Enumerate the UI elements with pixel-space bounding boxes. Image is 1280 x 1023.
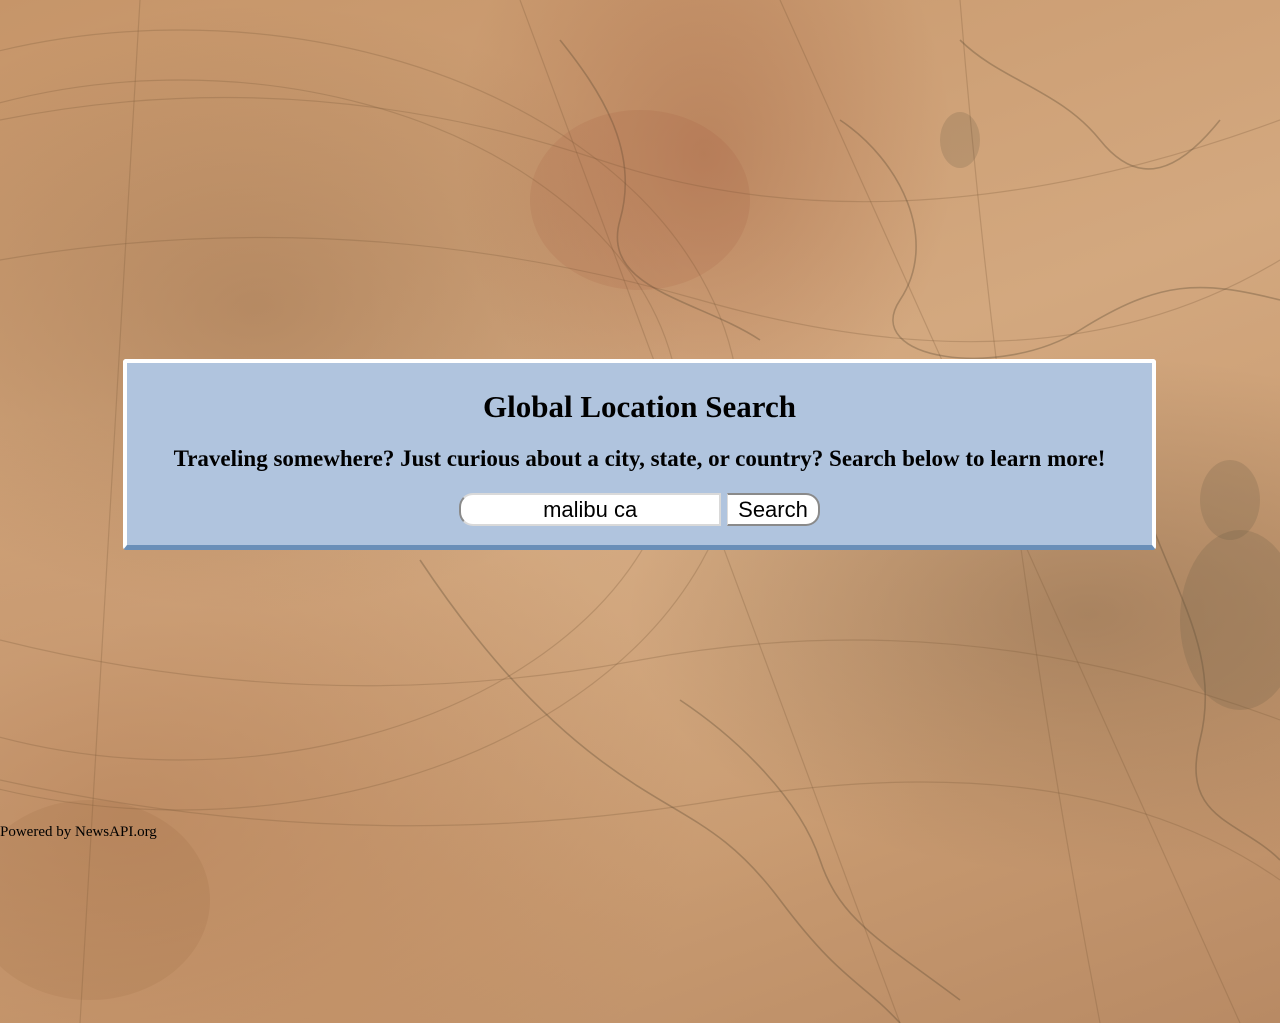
search-row: Search [127,493,1152,526]
page-title: Global Location Search [483,389,796,424]
search-button[interactable]: Search [727,493,820,526]
attribution-text: Powered by NewsAPI.org [0,824,157,840]
page-subtitle: Traveling somewhere? Just curious about … [173,446,1106,471]
search-panel: Global Location Search Traveling somewhe… [123,359,1156,550]
search-input[interactable] [459,493,722,526]
